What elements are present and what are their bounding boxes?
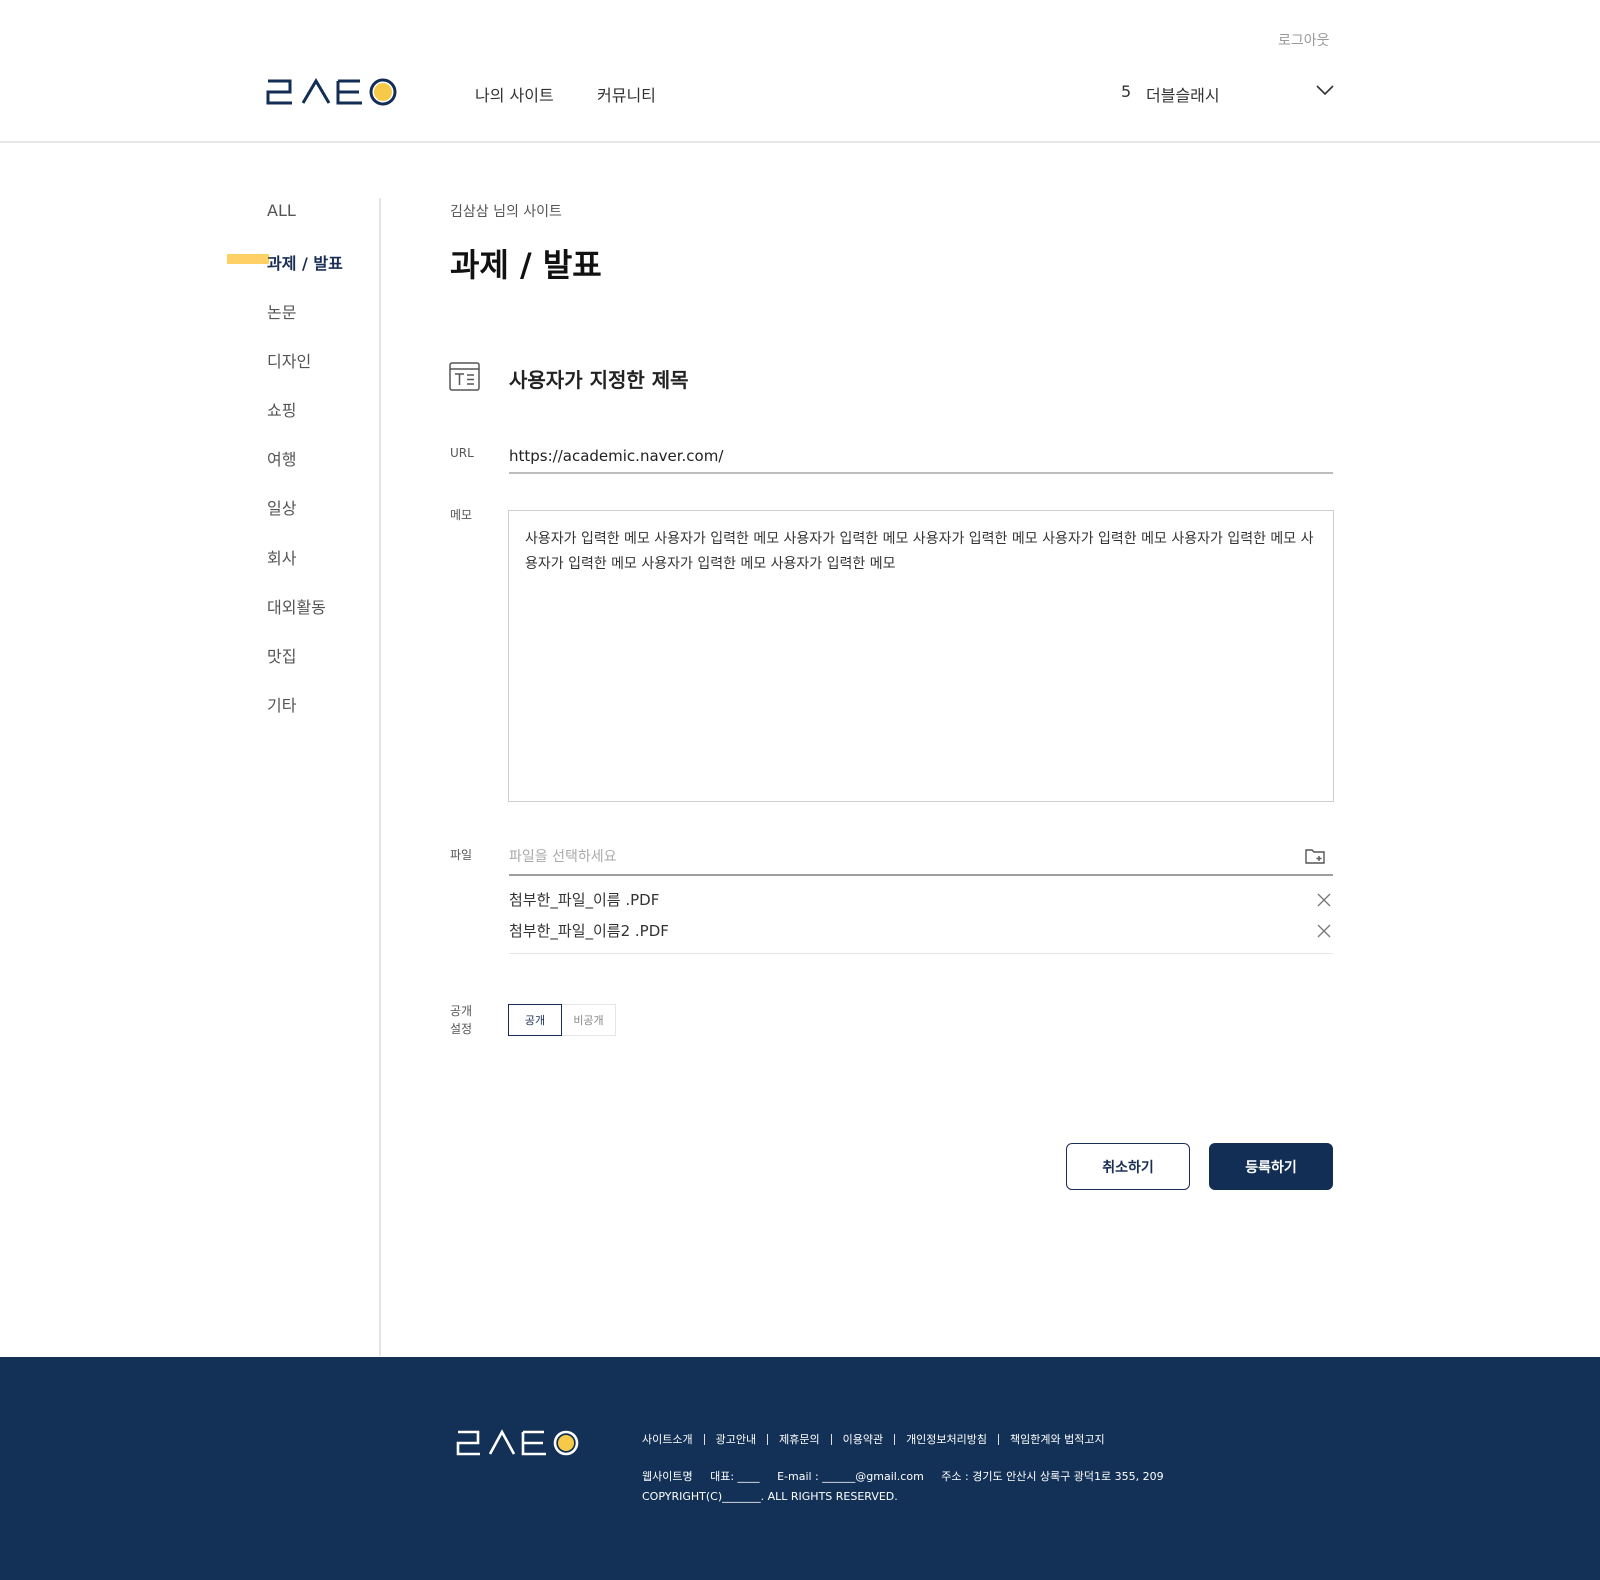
footer-link-privacy[interactable]: 개인정보처리방침 [906, 1431, 987, 1447]
active-category-highlight [227, 254, 269, 264]
url-input[interactable] [509, 440, 1333, 474]
footer-link-disclaimer[interactable]: 책임한계와 법적고지 [1010, 1431, 1105, 1447]
file-name: 첨부한_파일_이름2 .PDF [509, 922, 669, 940]
footer-separator [767, 1433, 769, 1445]
footer-link-partnership[interactable]: 제휴문의 [779, 1431, 819, 1447]
footer-links: 사이트소개 광고안내 제휴문의 이용약관 개인정보처리방침 책임한계와 법적고지 [642, 1431, 1105, 1447]
breadcrumb: 김삼삼 님의 사이트 [450, 204, 562, 220]
footer-representative: 대표: ____ [710, 1470, 760, 1483]
site-logo[interactable] [266, 77, 400, 107]
close-icon[interactable] [1317, 924, 1331, 938]
footer-separator [703, 1433, 705, 1445]
file-list-item: 첨부한_파일_이름2 .PDF [509, 920, 1333, 944]
footer-link-ads[interactable]: 광고안내 [716, 1431, 756, 1447]
text-title-icon [449, 362, 480, 391]
sidebar-item-paper[interactable]: 논문 [267, 299, 296, 323]
sidebar-item-activities[interactable]: 대외활동 [267, 594, 326, 618]
submit-button[interactable]: 등록하기 [1209, 1143, 1333, 1190]
page-title: 과제 / 발표 [450, 246, 602, 284]
user-count-badge: 5 [1121, 82, 1132, 101]
visibility-public-toggle[interactable]: 공개 [508, 1004, 562, 1036]
footer-separator [830, 1433, 832, 1445]
sidebar-item-shopping[interactable]: 쇼핑 [267, 397, 296, 421]
footer-company-info: 웹사이트명 대표: ____ E-mail : ______@gmail.com… [642, 1468, 1178, 1484]
memo-label: 메모 [450, 508, 473, 522]
sidebar-divider [379, 198, 381, 1356]
file-select-input[interactable] [509, 840, 1333, 876]
file-name: 첨부한_파일_이름 .PDF [509, 891, 660, 909]
sidebar-item-etc[interactable]: 기타 [267, 692, 296, 716]
memo-textarea[interactable]: 사용자가 입력한 메모 사용자가 입력한 메모 사용자가 입력한 메모 사용자가… [508, 510, 1334, 802]
footer-email: E-mail : ______@gmail.com [777, 1470, 924, 1483]
visibility-label: 공개 설정 [450, 1004, 473, 1036]
footer-address: 주소 : 경기도 안산시 상록구 광덕1로 355, 209 [941, 1470, 1164, 1483]
sidebar-item-assignment[interactable]: 과제 / 발표 [267, 250, 343, 274]
visibility-private-toggle[interactable]: 비공개 [562, 1004, 616, 1036]
file-label: 파일 [450, 848, 473, 862]
url-label: URL [450, 446, 474, 460]
footer-logo[interactable] [456, 1429, 582, 1457]
footer-link-terms[interactable]: 이용약관 [843, 1431, 883, 1447]
sidebar-item-company[interactable]: 회사 [267, 545, 296, 569]
custom-title: 사용자가 지정한 제목 [509, 368, 689, 392]
sidebar-item-restaurants[interactable]: 맛집 [267, 643, 296, 667]
footer-site-name: 웹사이트명 [642, 1470, 693, 1483]
sidebar-item-design[interactable]: 디자인 [267, 348, 311, 372]
sidebar-item-daily[interactable]: 일상 [267, 495, 296, 519]
file-list-item: 첨부한_파일_이름 .PDF [509, 889, 1333, 913]
footer-separator [998, 1433, 1000, 1445]
sidebar-item-travel[interactable]: 여행 [267, 446, 296, 470]
footer-copyright: COPYRIGHT(C)_______. ALL RIGHTS RESERVED… [642, 1490, 898, 1503]
footer-separator [894, 1433, 896, 1445]
close-icon[interactable] [1317, 893, 1331, 907]
chevron-down-icon[interactable] [1316, 84, 1334, 96]
folder-add-icon[interactable] [1305, 847, 1325, 865]
footer-link-about[interactable]: 사이트소개 [642, 1431, 693, 1447]
user-name[interactable]: 더블슬래시 [1146, 82, 1220, 106]
logout-link[interactable]: 로그아웃 [1278, 30, 1330, 50]
nav-community[interactable]: 커뮤니티 [597, 82, 656, 106]
cancel-button[interactable]: 취소하기 [1066, 1143, 1190, 1190]
sidebar-item-all[interactable]: ALL [267, 201, 296, 220]
file-list-divider [509, 953, 1333, 954]
nav-my-site[interactable]: 나의 사이트 [475, 82, 554, 106]
site-header: 로그아웃 나의 사이트 커뮤니티 5 더블슬래시 [0, 0, 1600, 143]
